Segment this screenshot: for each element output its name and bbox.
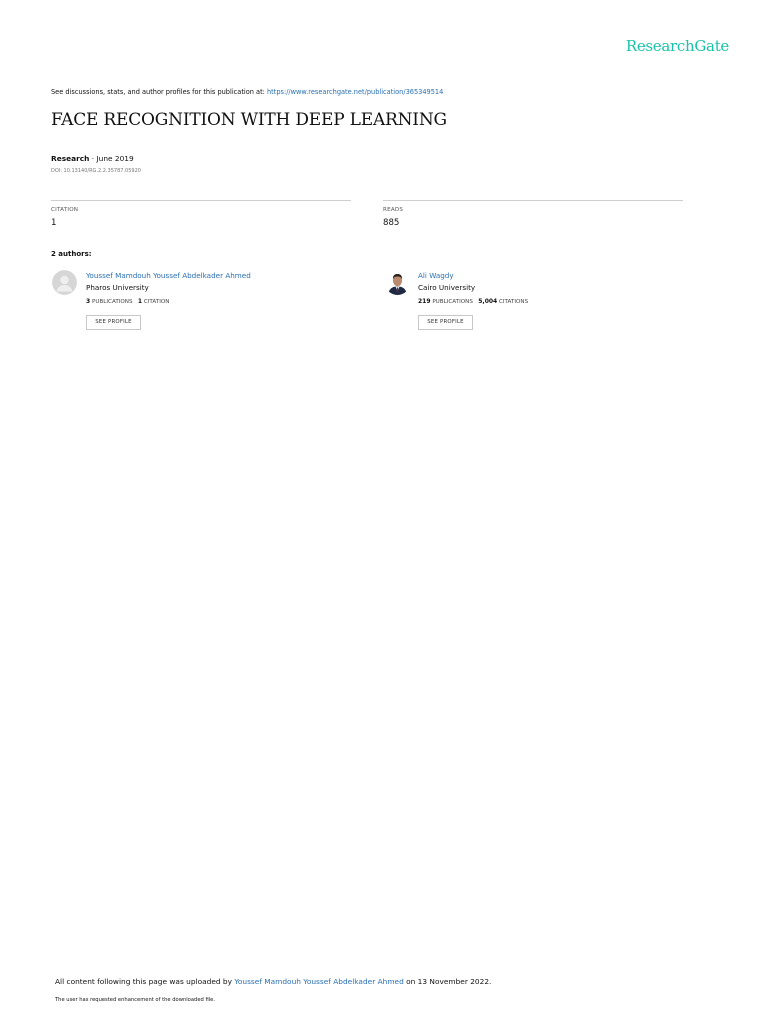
default-avatar-icon[interactable] (52, 270, 77, 295)
publications-label: PUBLICATIONS (91, 299, 133, 305)
publication-title: FACE RECOGNITION WITH DEEP LEARNING (51, 110, 447, 130)
upload-prefix: All content following this page was uplo… (55, 977, 235, 986)
publications-count: 219 (418, 298, 431, 305)
publication-type: Research (51, 154, 90, 163)
reads-label: READS (383, 207, 404, 213)
author-photo-svg (385, 270, 410, 295)
author-name-link[interactable]: Ali Wagdy (418, 271, 454, 280)
author-photo-avatar[interactable] (385, 270, 410, 295)
author-stats: 3 PUBLICATIONS 1 CITATION (86, 298, 169, 305)
discussion-line: See discussions, stats, and author profi… (51, 88, 443, 96)
researchgate-logo[interactable]: ResearchGate (626, 37, 729, 55)
reads-value: 885 (383, 218, 400, 228)
publication-meta: Research · June 2019 (51, 154, 134, 163)
citations-label: CITATIONS (499, 299, 529, 305)
author-institution: Cairo University (418, 283, 476, 292)
author-name-link[interactable]: Youssef Mamdouh Youssef Abdelkader Ahmed (86, 271, 251, 280)
citations-count: 1 (137, 298, 143, 305)
citation-divider (51, 200, 351, 201)
upload-suffix: on 13 November 2022. (403, 977, 492, 986)
see-profile-button[interactable]: SEE PROFILE (86, 315, 141, 330)
citation-value: 1 (51, 218, 57, 228)
citation-label: CITATION (51, 207, 79, 213)
reads-divider (383, 200, 683, 201)
author-institution: Pharos University (86, 283, 149, 292)
publications-label: PUBLICATIONS (432, 299, 473, 305)
citations-label: CITATION (143, 299, 170, 305)
discussion-prefix: See discussions, stats, and author profi… (51, 88, 267, 96)
upload-notice: All content following this page was uplo… (55, 977, 491, 986)
publication-url-link[interactable]: https://www.researchgate.net/publication… (267, 88, 443, 96)
default-avatar-svg (52, 270, 77, 295)
publication-date: June 2019 (96, 154, 134, 163)
author-stats: 219 PUBLICATIONS 5,004 CITATIONS (418, 298, 528, 305)
uploader-link[interactable]: Youssef Mamdouh Youssef Abdelkader Ahmed (234, 977, 403, 986)
citations-count: 5,004 (478, 298, 498, 305)
authors-heading: 2 authors: (51, 250, 92, 258)
enhancement-note: The user has requested enhancement of th… (55, 997, 216, 1003)
see-profile-button[interactable]: SEE PROFILE (418, 315, 473, 330)
publications-count: 3 (86, 298, 91, 305)
publication-doi: DOI: 10.13140/RG.2.2.35787.05920 (51, 168, 141, 174)
